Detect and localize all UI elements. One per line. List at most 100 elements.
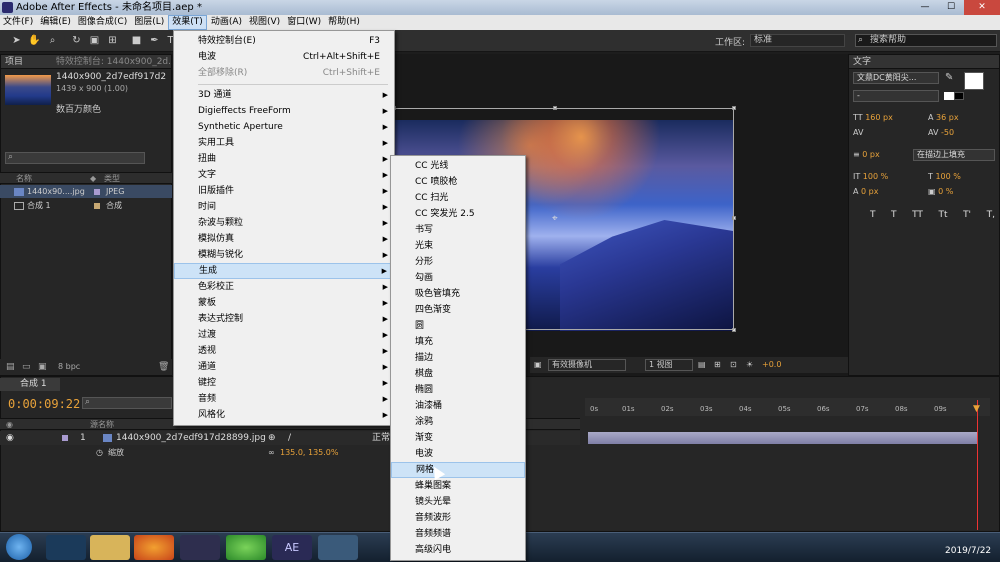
video-app-icon[interactable] xyxy=(180,535,220,560)
submenu-item-stroke-outline[interactable]: 勾画 xyxy=(391,270,525,286)
submenu-item-advanced-lightning[interactable]: 高级闪电 xyxy=(391,542,525,558)
submenu-item-eyedropper-fill[interactable]: 吸色管填充 xyxy=(391,286,525,302)
submenu-item-grid[interactable]: 网格 xyxy=(391,462,525,478)
horizontal-scale-field[interactable]: T 100 % xyxy=(928,171,961,183)
file-explorer-icon[interactable] xyxy=(90,535,130,560)
close-button[interactable]: ✕ xyxy=(964,0,1000,15)
menu-item-keying[interactable]: 键控 ▶ xyxy=(174,375,394,391)
menu-item-blur-sharpen[interactable]: 模糊与锐化 ▶ xyxy=(174,247,394,263)
white-swatch[interactable] xyxy=(944,92,954,100)
taskbar-clock[interactable]: 2019/7/22 xyxy=(945,536,991,556)
layer-duration-bar[interactable] xyxy=(588,432,978,444)
menu-item-transition[interactable]: 过渡 ▶ xyxy=(174,327,394,343)
bpc-label[interactable]: 8 bpc xyxy=(58,359,80,375)
col-name[interactable]: 名称 xyxy=(16,173,32,184)
submenu-item-audio-waveform[interactable]: 音频波形 xyxy=(391,510,525,526)
transform-handle[interactable] xyxy=(732,106,736,110)
quality-switch-icon[interactable]: / xyxy=(288,431,291,445)
tab-composition[interactable]: 合成 1 xyxy=(0,378,60,391)
trash-icon[interactable]: 🗑 xyxy=(158,359,169,375)
submenu-item-beam[interactable]: 光束 xyxy=(391,238,525,254)
menu-item-expression-controls[interactable]: 表达式控制 ▶ xyxy=(174,311,394,327)
menu-item-synthetic-aperture[interactable]: Synthetic Aperture ▶ xyxy=(174,119,394,135)
menu-item-audio[interactable]: 音频 ▶ xyxy=(174,391,394,407)
submenu-item-fractal[interactable]: 分形 xyxy=(391,254,525,270)
exposure-value[interactable]: +0.0 xyxy=(762,357,781,373)
superscript-button[interactable]: T' xyxy=(963,210,971,220)
submenu-item-4-color-gradient[interactable]: 四色渐变 xyxy=(391,302,525,318)
menu-view[interactable]: 视图(V) xyxy=(246,15,283,30)
selection-tool-icon[interactable]: ➤ xyxy=(10,34,23,47)
blend-mode-select[interactable]: 正常 xyxy=(372,431,390,445)
transform-handle[interactable] xyxy=(732,328,736,332)
all-caps-button[interactable]: TT xyxy=(912,210,923,220)
baseline-shift-field[interactable]: A 0 px xyxy=(853,186,878,198)
menu-composition[interactable]: 图像合成(C) xyxy=(75,15,130,30)
menu-item-remove-all[interactable]: 全部移除(R) Ctrl+Shift+E xyxy=(174,65,394,81)
rotate-tool-icon[interactable]: ↻ xyxy=(70,34,83,47)
transform-handle[interactable] xyxy=(732,216,736,220)
submenu-item-checkerboard[interactable]: 棋盘 xyxy=(391,366,525,382)
eyedropper-icon[interactable]: ✎ xyxy=(945,72,953,83)
stroke-mode-select[interactable]: 在描边上填充 xyxy=(913,149,995,161)
menu-animation[interactable]: 动画(A) xyxy=(208,15,245,30)
submenu-item-lens-flare[interactable]: 镜头光晕 xyxy=(391,494,525,510)
menu-item-text[interactable]: 文字 ▶ xyxy=(174,167,394,183)
font-family-select[interactable]: 文鼎DC黄阳尖... xyxy=(853,72,939,84)
black-swatch[interactable] xyxy=(954,92,964,100)
menu-item-utility[interactable]: 实用工具 ▶ xyxy=(174,135,394,151)
hand-tool-icon[interactable]: ✋ xyxy=(28,34,41,47)
menu-item-digieffects[interactable]: Digieffects FreeForm ▶ xyxy=(174,103,394,119)
menu-item-simulation[interactable]: 模拟仿真 ▶ xyxy=(174,231,394,247)
submenu-item-cc-light-sweep[interactable]: CC 扫光 xyxy=(391,190,525,206)
timeline-search-input[interactable]: ⌕ xyxy=(82,397,172,409)
font-size-field[interactable]: TT 160 px xyxy=(853,112,893,124)
media-app-icon[interactable] xyxy=(46,535,86,560)
stroke-width-field[interactable]: ≡ 0 px xyxy=(853,149,880,161)
constrain-proportions-icon[interactable]: ∞ xyxy=(268,446,275,459)
search-help-input[interactable]: 搜索帮助 xyxy=(855,34,997,47)
menu-item-generate[interactable]: 生成 ▶ xyxy=(174,263,394,279)
submenu-item-cc-light-rays[interactable]: CC 光线 xyxy=(391,158,525,174)
submenu-item-stroke[interactable]: 描边 xyxy=(391,350,525,366)
faux-italic-button[interactable]: T xyxy=(891,210,897,220)
submenu-item-radio-waves[interactable]: 电波 xyxy=(391,446,525,462)
submenu-item-paint-bucket[interactable]: 油漆桶 xyxy=(391,398,525,414)
project-search-input[interactable]: ⌕ xyxy=(5,152,145,164)
interpret-footage-icon[interactable]: ▤ xyxy=(6,359,15,375)
new-comp-icon[interactable]: ▣ xyxy=(38,359,47,375)
menu-item-stylize[interactable]: 风格化 ▶ xyxy=(174,407,394,423)
timecode[interactable]: 0:00:09:22 xyxy=(8,397,80,411)
menu-item-color-correction[interactable]: 色彩校正 ▶ xyxy=(174,279,394,295)
submenu-item-ramp[interactable]: 渐变 xyxy=(391,430,525,446)
kerning-field[interactable]: AV xyxy=(853,127,863,139)
transform-handle[interactable] xyxy=(553,106,557,110)
menu-item-obsolete[interactable]: 旧版插件 ▶ xyxy=(174,183,394,199)
menu-item-last-effect[interactable]: 电波 Ctrl+Alt+Shift+E xyxy=(174,49,394,65)
current-time-indicator-icon[interactable]: ▼ xyxy=(973,404,980,414)
submenu-item-write-on[interactable]: 书写 xyxy=(391,222,525,238)
menu-item-matte[interactable]: 蒙板 ▶ xyxy=(174,295,394,311)
menu-item-noise-grain[interactable]: 杂波与颗粒 ▶ xyxy=(174,215,394,231)
toggle-pixel-icon[interactable]: ▤ xyxy=(698,357,706,373)
col-type[interactable]: 类型 xyxy=(104,173,120,184)
browser-icon[interactable] xyxy=(226,535,266,560)
menu-file[interactable]: 文件(F) xyxy=(0,15,36,30)
zoom-tool-icon[interactable]: ⌕ xyxy=(46,34,59,47)
tsume-field[interactable]: ▣ 0 % xyxy=(928,186,953,198)
exposure-icon[interactable]: ☀ xyxy=(746,357,753,373)
submenu-item-ellipse[interactable]: 椭圆 xyxy=(391,382,525,398)
submenu-item-scribble[interactable]: 涂鸦 xyxy=(391,414,525,430)
tab-character[interactable]: 文字 xyxy=(853,57,871,67)
menu-item-channel[interactable]: 通道 ▶ xyxy=(174,359,394,375)
menu-layer[interactable]: 图层(L) xyxy=(131,15,167,30)
fill-color-swatch[interactable] xyxy=(964,72,984,90)
faux-bold-button[interactable]: T xyxy=(870,210,876,220)
reset-exposure-icon[interactable]: ⊞ xyxy=(714,357,721,373)
pan-behind-tool-icon[interactable]: ⊞ xyxy=(106,34,119,47)
col-source-name[interactable]: 源名称 xyxy=(90,419,114,431)
tracking-field[interactable]: AV -50 xyxy=(928,127,954,139)
firefox-icon[interactable] xyxy=(134,535,174,560)
list-item[interactable]: 1440x90....jpg JPEG xyxy=(0,185,172,198)
camera-tool-icon[interactable]: ▣ xyxy=(88,34,101,47)
